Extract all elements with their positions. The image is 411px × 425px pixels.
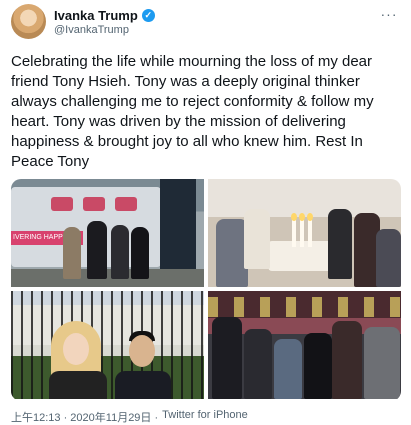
person [212,317,242,399]
person [304,333,332,399]
candle [300,219,304,247]
person [328,209,352,279]
timestamp[interactable]: 上午12:13 · 2020年11月29日 · [11,409,158,425]
flame [307,213,313,221]
verified-badge-icon: ✓ [141,9,155,22]
photo-grid: IVERING HAPP [11,179,401,401]
display-name[interactable]: Ivanka Trump [54,8,138,23]
person [332,321,362,399]
person [111,225,129,279]
pavement [11,269,204,287]
dark-vehicle [160,179,196,269]
face [129,335,155,367]
bus-window [83,197,105,211]
coat [49,371,107,399]
person [244,329,272,399]
candle [308,219,312,247]
face [63,333,89,365]
person [364,327,400,399]
flame [299,213,305,221]
bus-window [51,197,73,211]
author-name-row: Ivanka Trump ✓ [54,8,155,23]
person [87,221,107,279]
person [376,229,401,287]
photo-group-by-bus[interactable]: IVERING HAPP [11,179,204,287]
user-handle[interactable]: @IvankaTrump [54,24,129,36]
ceiling-lights [208,297,401,317]
fence [11,291,204,399]
person [63,227,81,279]
photo-group-restaurant[interactable] [208,291,401,399]
more-horizontal-icon[interactable]: ··· [379,7,399,24]
tweet-card: Ivanka Trump ✓ @IvankaTrump ··· Celebrat… [0,0,411,425]
avatar[interactable] [11,4,46,39]
flame [291,213,297,221]
tweet-text: Celebrating the life while mourning the … [11,53,374,170]
candle [292,219,296,247]
tweet-meta: 上午12:13 · 2020年11月29日 · Twitter for iPho… [11,409,248,425]
person [244,209,270,269]
person [131,227,149,279]
coat [115,371,171,399]
photo-white-house-fence[interactable] [11,291,204,399]
photo-dinner-party[interactable] [208,179,401,287]
bus-window [115,197,137,211]
person [274,339,302,399]
source-app[interactable]: Twitter for iPhone [162,409,248,425]
